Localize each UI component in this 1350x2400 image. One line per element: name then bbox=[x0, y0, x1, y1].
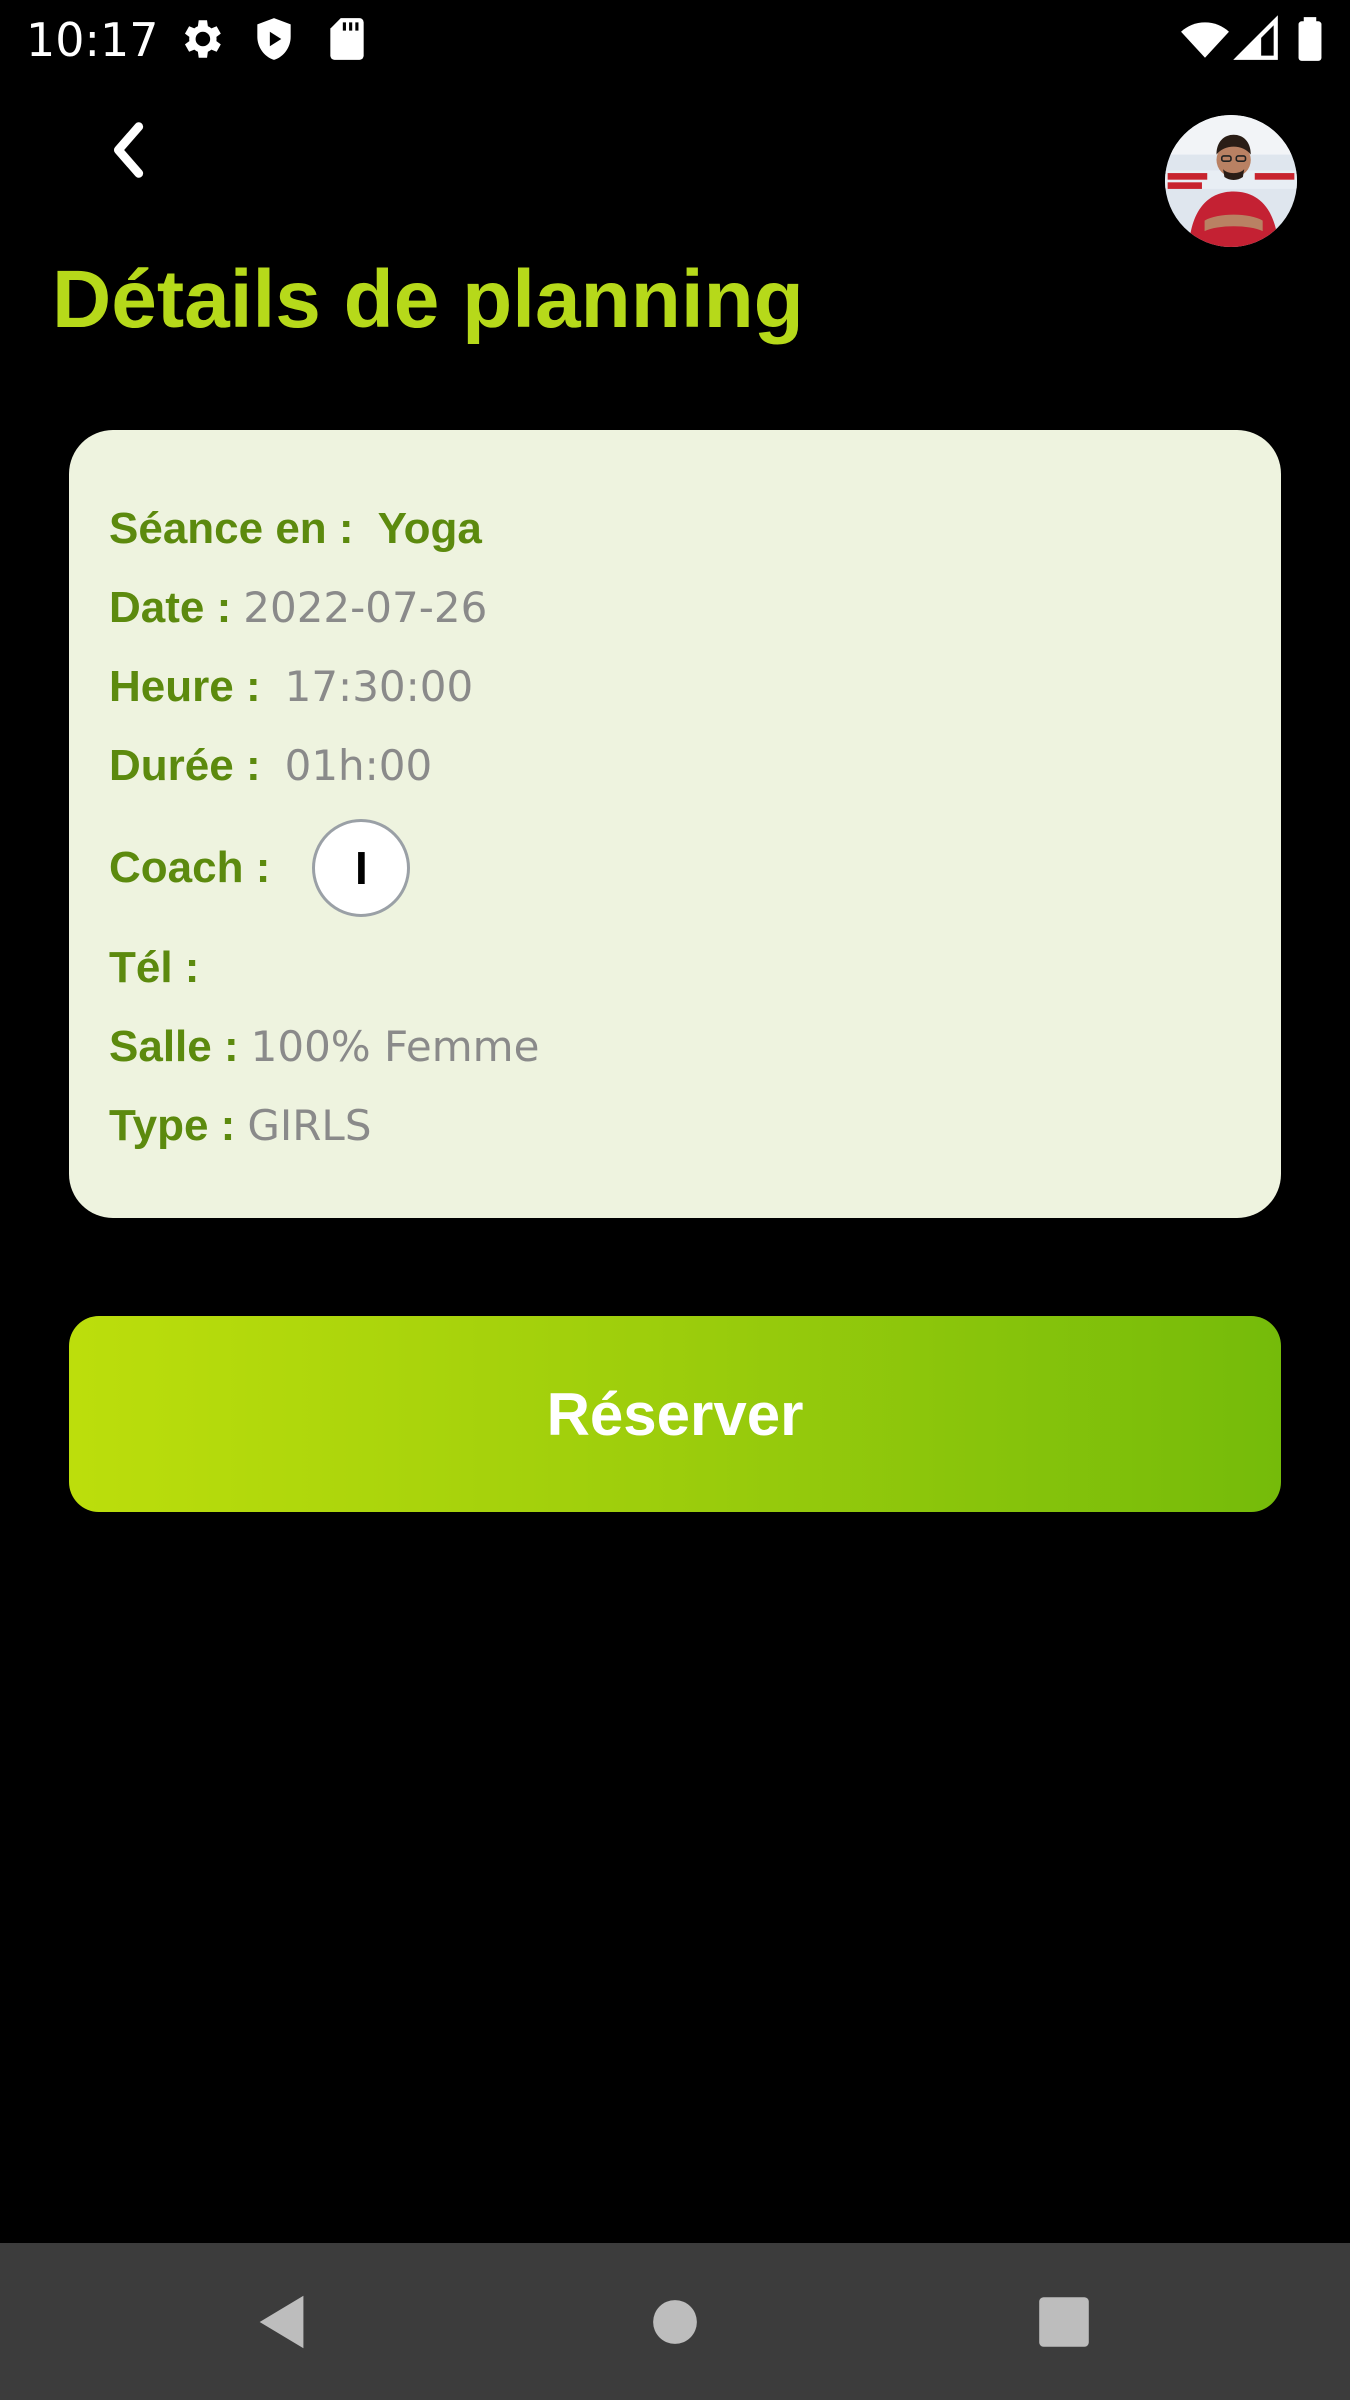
profile-photo bbox=[1165, 115, 1297, 247]
coach-row: Coach : I bbox=[109, 818, 411, 918]
nav-home-button[interactable] bbox=[640, 2287, 710, 2357]
coach-avatar[interactable]: I bbox=[312, 819, 411, 917]
salle-row: Salle : 100% Femme bbox=[109, 1017, 539, 1077]
nav-recents-button[interactable] bbox=[1029, 2287, 1099, 2357]
seance-row: Séance en : Yoga bbox=[109, 499, 482, 559]
signal-icon bbox=[1232, 14, 1282, 64]
duree-row: Durée : 01h:00 bbox=[109, 736, 432, 796]
home-circle-icon bbox=[653, 2300, 697, 2344]
planning-details-card: Séance en : Yoga Date : 2022-07-26 Heure… bbox=[69, 430, 1281, 1218]
sd-card-icon bbox=[322, 14, 372, 64]
gear-icon bbox=[176, 14, 226, 64]
tel-row: Tél : bbox=[109, 938, 199, 998]
duree-label: Durée : bbox=[109, 741, 261, 790]
tel-label: Tél : bbox=[109, 943, 200, 992]
heure-row: Heure : 17:30:00 bbox=[109, 657, 473, 717]
coach-label: Coach : bbox=[109, 843, 271, 892]
duree-value: 01h:00 bbox=[284, 741, 433, 790]
salle-value: 100% Femme bbox=[250, 1022, 540, 1071]
system-nav-bar bbox=[0, 2243, 1350, 2400]
heure-label: Heure : bbox=[109, 662, 261, 711]
battery-icon bbox=[1285, 14, 1335, 64]
type-value: GIRLS bbox=[247, 1101, 372, 1150]
nav-back-button[interactable] bbox=[248, 2287, 318, 2357]
back-button[interactable] bbox=[95, 115, 165, 185]
status-bar: 10:17 bbox=[0, 0, 1350, 80]
date-label: Date : bbox=[109, 583, 232, 632]
seance-value: Yoga bbox=[377, 504, 482, 553]
shield-icon bbox=[249, 14, 299, 64]
status-time: 10:17 bbox=[26, 13, 159, 67]
reserve-button[interactable]: Réserver bbox=[69, 1316, 1281, 1512]
recents-square-icon bbox=[1039, 2297, 1089, 2347]
back-arrow-icon bbox=[113, 122, 144, 178]
seance-label: Séance en : bbox=[109, 504, 354, 553]
date-row: Date : 2022-07-26 bbox=[109, 578, 487, 638]
heure-value: 17:30:00 bbox=[284, 662, 474, 711]
page-title: Détails de planning bbox=[52, 254, 804, 345]
profile-avatar[interactable] bbox=[1165, 115, 1297, 247]
salle-label: Salle : bbox=[109, 1022, 239, 1071]
date-value: 2022-07-26 bbox=[243, 583, 488, 632]
back-triangle-icon bbox=[259, 2295, 304, 2349]
type-label: Type : bbox=[109, 1101, 236, 1150]
type-row: Type : GIRLS bbox=[109, 1096, 372, 1156]
wifi-icon bbox=[1180, 14, 1230, 64]
